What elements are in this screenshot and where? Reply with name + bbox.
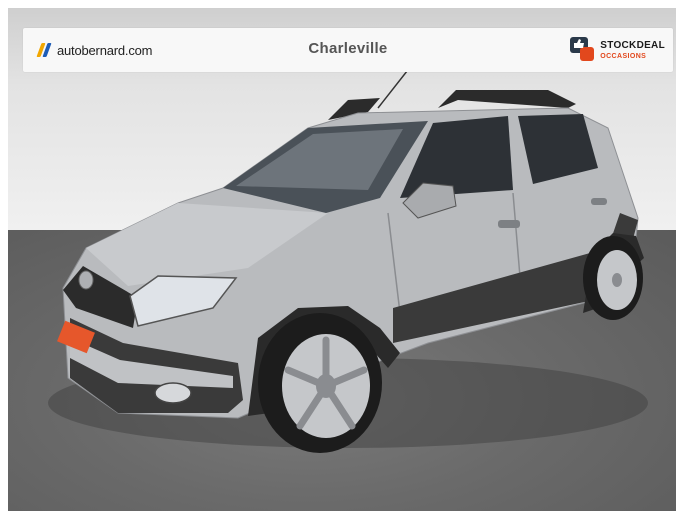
partner-subtitle: OCCASIONS	[600, 52, 647, 60]
stockdeal-logo[interactable]: STOCKDEAL OCCASIONS	[568, 35, 665, 65]
silver-hatchback-car	[48, 37, 648, 453]
stockdeal-thumbs-up-icon	[570, 37, 595, 61]
dealer-banner: autobernard.com Charleville STOCKDEAL OC…	[23, 28, 673, 72]
partner-name: STOCKDEAL	[600, 39, 665, 51]
vehicle-photo: autobernard.com Charleville STOCKDEAL OC…	[8, 8, 676, 511]
